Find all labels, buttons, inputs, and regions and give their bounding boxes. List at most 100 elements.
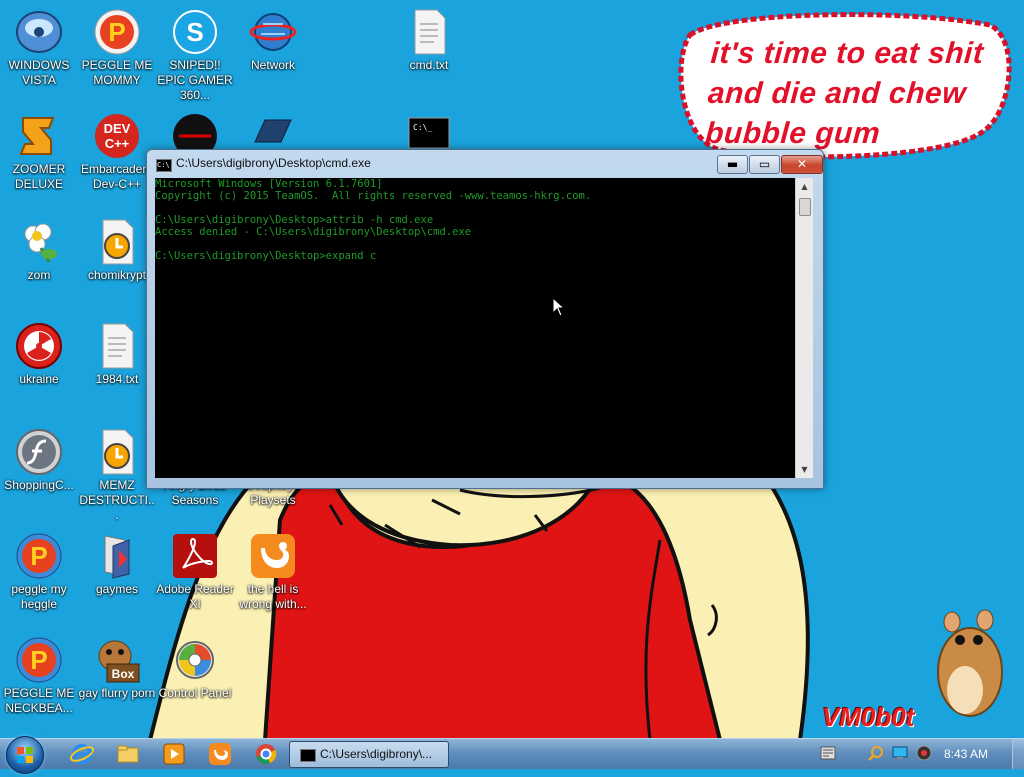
flash-icon	[15, 428, 63, 476]
desktop-icon-sniped[interactable]: S SNIPED!! EPIC GAMER 360...	[156, 8, 234, 103]
desktop-icon-windows-vista[interactable]: WINDOWS VISTA	[0, 8, 78, 88]
desktop-icon-gaymes[interactable]: gaymes	[78, 532, 156, 597]
desktop-icon-peggle-my-heggle[interactable]: P peggle my heggle	[0, 532, 78, 612]
console-input-line[interactable]: C:\Users\digibrony\Desktop>expand c	[155, 250, 795, 262]
console-line: Microsoft Windows [Version 6.1.7601]	[155, 178, 383, 190]
desktop-icon-label: WINDOWS VISTA	[8, 58, 70, 87]
taskbar-clock[interactable]: 8:43 AM	[944, 747, 988, 761]
desktop-icon-1984-txt[interactable]: 1984.txt	[78, 322, 156, 387]
scroll-up-icon[interactable]: ▲	[796, 178, 813, 195]
desktop-icon-chomikrypt[interactable]: chomikrypt	[78, 218, 156, 283]
hamster-box-icon: Box	[93, 636, 141, 684]
chrome-icon[interactable]	[254, 742, 278, 766]
close-icon: ✕	[796, 157, 808, 171]
desktop-icon-peggle-me-mommy[interactable]: P PEGGLE ME MOMMY	[78, 8, 156, 88]
vertical-scrollbar[interactable]: ▲ ▼	[795, 178, 813, 478]
desktop-icon-control-panel[interactable]: Control Panel	[156, 636, 234, 701]
scroll-down-icon[interactable]: ▼	[796, 461, 813, 478]
console-line: C:\Users\digibrony\Desktop>attrib -h cmd…	[155, 214, 434, 226]
control-panel-icon	[171, 636, 219, 684]
console-line: Copyright (c) 2015 TeamOS. All rights re…	[155, 190, 592, 202]
desktop-icon-label: PEGGLE ME NECKBEA...	[3, 686, 75, 715]
desktop-icon-label: chomikrypt	[87, 268, 146, 282]
taskbar-task-cmd[interactable]: C:\Users\digibrony\...	[289, 741, 449, 768]
desktop-icon-zoomer-deluxe[interactable]: ZOOMER DELUXE	[0, 112, 78, 192]
svg-text:S: S	[186, 17, 203, 47]
desktop-icon-adobe-reader[interactable]: Adobe Reader XI	[156, 532, 234, 612]
desktop-icon-label: the hell is wrong with...	[239, 582, 307, 611]
desktop-icon-label: SNIPED!! EPIC GAMER 360...	[157, 58, 233, 102]
desktop-icon-peggle-me-neckbeard[interactable]: P PEGGLE ME NECKBEA...	[0, 636, 78, 716]
flower-icon	[15, 218, 63, 266]
text-file-icon	[405, 8, 453, 56]
text-file-icon	[93, 322, 141, 370]
desktop-icon-label: peggle my heggle	[11, 582, 67, 611]
desktop-icon-embarcadero-devcpp[interactable]: DEV C++ Embarcadero Dev-C++	[78, 112, 156, 192]
cmd-title-bar[interactable]: C:\ C:\Users\digibrony\Desktop\cmd.exe ▬…	[147, 150, 823, 177]
network-icon	[249, 8, 297, 56]
desktop-icon-label: cmd.txt	[409, 58, 449, 72]
explorer-folder-icon[interactable]	[116, 742, 140, 766]
cmd-window-icon[interactable]: C:\	[156, 159, 172, 172]
desktop-icon-network[interactable]: Network	[234, 8, 312, 73]
speech-bubble-text: it's time to eat shit and die and chew b…	[704, 34, 1002, 154]
scroll-thumb[interactable]	[799, 198, 811, 216]
desktop-icon-cmd-txt[interactable]: cmd.txt	[390, 8, 468, 73]
desktop-icon-label: ShoppingC...	[4, 478, 74, 492]
maximize-icon: ▭	[758, 157, 771, 171]
devcpp-icon: DEV C++	[93, 112, 141, 160]
show-desktop-button[interactable]	[1012, 739, 1024, 769]
desktop-icon-shopping[interactable]: ShoppingC...	[0, 428, 78, 493]
skype-icon: S	[171, 8, 219, 56]
svg-text:C++: C++	[105, 136, 130, 151]
start-button[interactable]	[6, 736, 44, 774]
display-icon[interactable]	[892, 745, 908, 761]
desktop-icon-label: MEMZ DESTRUCTI...	[79, 478, 155, 522]
volume-icon[interactable]	[916, 745, 932, 761]
uc-browser-icon	[249, 532, 297, 580]
svg-text:P: P	[108, 17, 125, 47]
uc-browser-icon[interactable]	[208, 742, 232, 766]
desktop-icon-label: Network	[250, 58, 295, 72]
speech-bubble-line: and die and chew	[706, 77, 968, 110]
svg-text:C:\_: C:\_	[413, 123, 432, 132]
desktop-icon-uc-browser[interactable]: the hell is wrong with...	[234, 532, 312, 612]
desktop-icon-label: gay flurry porn	[78, 686, 156, 700]
search-icon[interactable]	[868, 745, 884, 761]
desktop-icon-memz[interactable]: MEMZ DESTRUCTI...	[78, 428, 156, 523]
clock-file-icon	[93, 218, 141, 266]
console-output[interactable]: Microsoft Windows [Version 6.1.7601] Cop…	[155, 178, 795, 478]
speech-bubble-line: it's time to eat shit	[709, 37, 985, 70]
cmd-task-icon	[300, 749, 316, 762]
speech-bubble-line: bubble gum	[704, 117, 882, 150]
cmd-window-title: C:\Users\digibrony\Desktop\cmd.exe	[176, 156, 371, 170]
desktop-icon-label: gaymes	[95, 582, 139, 596]
zoomer-deluxe-icon	[15, 112, 63, 160]
desktop-icon-label: Adobe Reader XI	[156, 582, 234, 611]
maximize-button[interactable]: ▭	[749, 155, 780, 174]
svg-text:DEV: DEV	[104, 121, 131, 136]
cmd-window[interactable]: C:\ C:\Users\digibrony\Desktop\cmd.exe ▬…	[146, 149, 824, 489]
minimize-icon: ▬	[726, 157, 739, 171]
adobe-reader-icon	[171, 532, 219, 580]
taskbar: C:\Users\digibrony\... 8:43 AM	[0, 736, 1024, 774]
svg-text:P: P	[30, 541, 47, 571]
action-center-icon[interactable]	[820, 745, 836, 761]
mouse-cursor-icon	[552, 297, 566, 317]
desktop[interactable]: it's time to eat shit and die and chew b…	[0, 0, 1024, 738]
internet-explorer-icon[interactable]	[69, 742, 95, 766]
clock-file-icon	[93, 428, 141, 476]
desktop-icon-label: Control Panel	[158, 686, 232, 700]
desktop-icon-ukraine[interactable]: ukraine	[0, 322, 78, 387]
svg-text:Box: Box	[112, 667, 135, 681]
desktop-icon-label: ukraine	[19, 372, 59, 386]
minimize-button[interactable]: ▬	[717, 155, 748, 174]
peggle-icon: P	[15, 636, 63, 684]
desktop-icon-label: 1984.txt	[95, 372, 139, 386]
media-player-icon[interactable]	[162, 742, 186, 766]
desktop-icon-gay-flurry-porn[interactable]: Box gay flurry porn	[78, 636, 156, 701]
desktop-icon-label: PEGGLE ME MOMMY	[81, 58, 153, 87]
desktop-icon-zom[interactable]: zom	[0, 218, 78, 283]
close-button[interactable]: ✕	[781, 155, 823, 174]
